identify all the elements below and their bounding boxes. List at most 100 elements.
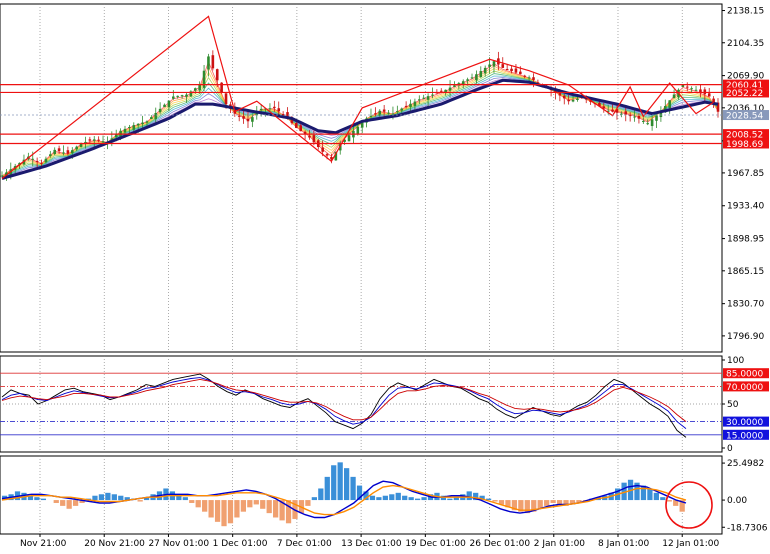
macd-histogram-bar — [666, 500, 672, 502]
candle-body — [413, 101, 417, 106]
macd-tick-label: -18.7306 — [727, 523, 768, 533]
price-tick-label: 1898.95 — [727, 235, 764, 245]
candle-body — [448, 87, 452, 91]
chart-background — [0, 0, 770, 550]
candle-body — [453, 85, 456, 87]
macd-tick-label: 25.4982 — [727, 459, 764, 469]
candle-body — [295, 123, 298, 128]
candle-body — [642, 120, 645, 122]
macd-histogram-bar — [447, 498, 453, 501]
macd-histogram-bar — [182, 497, 188, 501]
time-tick-label: 7 Dec 01:00 — [277, 539, 332, 549]
price-level-label: 1998.69 — [726, 140, 763, 150]
candle-body — [128, 126, 131, 128]
candle-body — [176, 95, 180, 97]
candle-body — [31, 158, 35, 160]
macd-histogram-bar — [331, 465, 337, 501]
osc-tick-label: 0 — [727, 444, 733, 454]
candle-body — [620, 113, 623, 115]
price-tick-label: 1967.85 — [727, 169, 764, 179]
candle-body — [273, 106, 276, 108]
time-tick-label: 13 Dec 01:00 — [341, 539, 402, 549]
candle-body — [180, 95, 184, 97]
candle-body — [668, 100, 671, 109]
candle-body — [426, 96, 430, 100]
candle-body — [57, 148, 61, 152]
macd-histogram-bar — [34, 497, 40, 501]
macd-histogram-bar — [285, 500, 292, 524]
candle-body — [49, 154, 52, 156]
candle-body — [694, 89, 698, 91]
candle-body — [193, 88, 197, 91]
osc-level-label: 30.0000 — [726, 418, 763, 428]
macd-histogram-bar — [414, 498, 421, 501]
macd-histogram-bar — [111, 494, 117, 501]
macd-histogram-bar — [234, 500, 240, 518]
macd-histogram-bar — [369, 495, 376, 501]
macd-histogram-bar — [395, 492, 401, 501]
macd-histogram-bar — [266, 500, 272, 514]
candle-body — [391, 113, 395, 115]
candle-body — [672, 94, 676, 99]
candle-body — [35, 160, 39, 162]
candle-body — [387, 112, 390, 114]
candle-body — [681, 85, 685, 87]
candle-body — [158, 108, 162, 113]
macd-histogram-bar — [492, 500, 498, 502]
macd-histogram-bar — [221, 500, 227, 527]
macd-histogram-bar — [137, 500, 143, 502]
candle-body — [75, 146, 78, 150]
candle-body — [88, 139, 92, 141]
time-tick-label: 8 Jan 01:00 — [598, 539, 650, 549]
macd-histogram-bar — [647, 488, 653, 501]
candle-body — [163, 104, 166, 107]
price-tick-label: 1830.70 — [727, 300, 764, 310]
candle-body — [40, 162, 43, 164]
candle-body — [132, 125, 136, 130]
macd-histogram-bar — [227, 500, 234, 524]
macd-histogram-bar — [376, 497, 382, 501]
candle-body — [409, 103, 412, 107]
macd-histogram-bar — [208, 500, 214, 518]
macd-histogram-bar — [550, 500, 556, 503]
candle-body — [466, 79, 469, 81]
macd-histogram-bar — [389, 494, 395, 501]
macd-histogram-bar — [640, 485, 647, 501]
candle-body — [172, 96, 175, 99]
candle-body — [114, 134, 118, 138]
macd-histogram-bar — [40, 498, 46, 501]
candle-body — [400, 108, 404, 111]
trading-chart: 2138.152104.352069.902036.102001.451967.… — [0, 0, 770, 550]
macd-histogram-bar — [305, 500, 311, 506]
candle-body — [44, 158, 48, 163]
price-tick-label: 1933.40 — [727, 202, 764, 212]
candle-body — [185, 94, 188, 97]
candle-body — [268, 108, 272, 110]
candle-body — [211, 55, 215, 69]
candle-body — [92, 139, 96, 141]
candle-body — [202, 70, 206, 88]
time-tick-label: 2 Jan 01:00 — [534, 539, 586, 549]
macd-histogram-bar — [189, 500, 195, 503]
macd-histogram-bar — [350, 476, 356, 501]
candle-body — [224, 93, 228, 105]
candle-body — [576, 98, 579, 100]
candle-body — [259, 108, 263, 111]
macd-histogram-bar — [98, 494, 105, 501]
candle-body — [483, 67, 487, 74]
candle-body — [97, 139, 100, 141]
candle-body — [0, 175, 4, 177]
candle-body — [53, 149, 57, 155]
macd-histogram-bar — [382, 495, 388, 501]
macd-histogram-bar — [653, 492, 659, 501]
candle-body — [624, 111, 628, 115]
candle-body — [475, 74, 478, 81]
time-tick-label: Nov 21:00 — [20, 539, 67, 549]
macd-histogram-bar — [660, 497, 666, 501]
candle-body — [650, 119, 654, 127]
macd-histogram-bar — [466, 491, 472, 501]
candle-body — [62, 152, 65, 154]
candle-body — [532, 77, 535, 80]
candle-body — [215, 69, 219, 81]
candle-body — [685, 86, 689, 88]
